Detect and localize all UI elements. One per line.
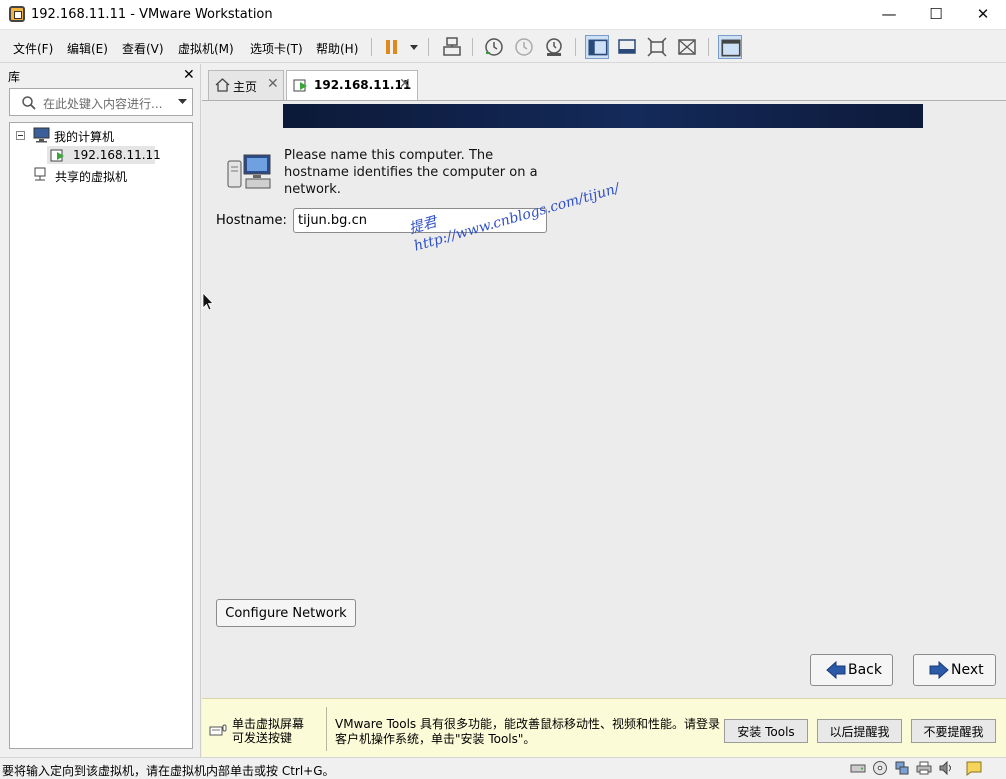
pause-icon[interactable]: [380, 35, 404, 59]
computer-icon: [33, 127, 50, 143]
device-status-icons: [848, 760, 1006, 777]
search-icon: [22, 96, 36, 110]
click-screen-hint: 单击虚拟屏幕可发送按键: [232, 717, 305, 745]
close-tab-home-button[interactable]: ✕: [267, 76, 279, 92]
arrow-right-icon: [929, 660, 949, 680]
next-label: Next: [951, 662, 984, 678]
vm-running-icon: [50, 149, 64, 162]
toolbar-separator: [428, 38, 429, 56]
close-window-button[interactable]: ✕: [960, 0, 1006, 30]
tree-item-shared-vms[interactable]: 共享的虚拟机: [32, 166, 182, 184]
vm-running-icon: [293, 79, 307, 92]
network-adapter-icon[interactable]: [894, 760, 910, 776]
close-library-button[interactable]: ✕: [183, 67, 195, 83]
tab-vm[interactable]: 192.168.11.11 ✕: [286, 70, 418, 100]
shared-vm-icon: [34, 167, 46, 181]
remind-later-button[interactable]: 以后提醒我: [817, 719, 902, 743]
tab-home-label: 主页: [233, 80, 258, 94]
unity-icon[interactable]: [675, 35, 699, 59]
menu-help[interactable]: 帮助(H): [316, 40, 358, 57]
library-tree: 我的计算机 192.168.11.11 共享的虚拟机: [9, 122, 193, 749]
cd-dvd-icon[interactable]: [872, 760, 888, 776]
tree-item-my-computer[interactable]: 我的计算机: [16, 126, 186, 144]
tab-home[interactable]: 主页 ✕: [208, 70, 284, 100]
tab-vm-label: 192.168.11.11: [314, 78, 412, 92]
never-remind-button[interactable]: 不要提醒我: [911, 719, 996, 743]
title-bar: 192.168.11.11 - VMware Workstation — ☐ ✕: [0, 0, 1006, 30]
keyboard-mouse-icon: [209, 724, 227, 736]
show-library-icon[interactable]: [585, 35, 609, 59]
configure-network-button[interactable]: Configure Network: [216, 599, 356, 627]
status-bar: 要将输入定向到该虚拟机，请在虚拟机内部单击或按 Ctrl+G。: [0, 757, 1006, 778]
vmware-tools-message: VMware Tools 具有很多功能，能改善鼠标移动性、视频和性能。请登录客户…: [335, 717, 720, 746]
library-search-input[interactable]: 在此处键入内容进行...: [9, 88, 193, 116]
hint-separator: [326, 707, 327, 751]
network-computers-icon: [227, 154, 271, 189]
tree-item-vm[interactable]: 192.168.11.11: [47, 146, 161, 164]
arrow-left-icon: [826, 660, 846, 680]
collapse-icon[interactable]: [16, 131, 25, 140]
full-screen-icon[interactable]: [645, 35, 669, 59]
snapshot-manager-icon[interactable]: [542, 35, 566, 59]
minimize-button[interactable]: —: [866, 0, 912, 30]
vmware-tools-hint-bar: 单击虚拟屏幕可发送按键 VMware Tools 具有很多功能，能改善鼠标移动性…: [202, 698, 1006, 757]
tab-bar: 主页 ✕ 192.168.11.11 ✕: [202, 64, 1006, 100]
menu-file[interactable]: 文件(F): [13, 40, 53, 57]
printer-icon[interactable]: [916, 760, 932, 776]
chevron-down-icon[interactable]: [402, 35, 420, 59]
status-text: 要将输入定向到该虚拟机，请在虚拟机内部单击或按 Ctrl+G。: [2, 764, 335, 778]
hard-disk-icon[interactable]: [850, 760, 866, 776]
hostname-label: Hostname:: [216, 213, 287, 228]
message-log-icon[interactable]: [965, 760, 983, 776]
close-tab-vm-button[interactable]: ✕: [399, 76, 411, 92]
maximize-button[interactable]: ☐: [913, 0, 959, 30]
library-panel: 库 ✕ 在此处键入内容进行... 我的计算机 192.168.11.11 共享的…: [0, 64, 201, 757]
content-area: 主页 ✕ 192.168.11.11 ✕ Please name this co…: [202, 64, 1006, 757]
revert-snapshot-icon: [512, 35, 536, 59]
menu-view[interactable]: 查看(V): [122, 40, 164, 57]
tree-label-shared-vms: 共享的虚拟机: [55, 170, 128, 184]
back-button[interactable]: Back: [810, 654, 893, 686]
vm-screen[interactable]: Please name this computer. The hostname …: [202, 100, 1006, 698]
home-icon: [215, 78, 230, 92]
menu-edit[interactable]: 编辑(E): [67, 40, 108, 57]
window-title: 192.168.11.11 - VMware Workstation: [31, 7, 273, 22]
send-ctrl-alt-del-icon[interactable]: [440, 35, 464, 59]
menu-tabs[interactable]: 选项卡(T): [250, 40, 303, 57]
toolbar-separator: [575, 38, 576, 56]
tree-label-vm: 192.168.11.11: [73, 148, 161, 162]
toolbar-separator: [708, 38, 709, 56]
mouse-cursor-icon: [202, 292, 214, 311]
menu-vm[interactable]: 虚拟机(M): [178, 40, 234, 57]
snapshot-icon[interactable]: [482, 35, 506, 59]
search-placeholder: 在此处键入内容进行...: [43, 97, 163, 111]
next-button[interactable]: Next: [913, 654, 996, 686]
toolbar-separator: [371, 38, 372, 56]
toolbar-separator: [472, 38, 473, 56]
library-title: 库: [8, 70, 21, 84]
console-view-icon[interactable]: [718, 35, 742, 59]
tree-label-my-computer: 我的计算机: [54, 130, 115, 144]
thumbnail-bar-icon[interactable]: [615, 35, 639, 59]
sound-card-icon[interactable]: [938, 760, 954, 776]
vmware-logo-icon: [9, 6, 25, 22]
chevron-down-icon[interactable]: [178, 99, 187, 105]
back-label: Back: [848, 662, 882, 678]
install-tools-button[interactable]: 安装 Tools: [724, 719, 808, 743]
menu-bar: 文件(F) 编辑(E) 查看(V) 虚拟机(M) 选项卡(T) 帮助(H): [0, 31, 1006, 63]
installer-banner: [283, 104, 923, 128]
